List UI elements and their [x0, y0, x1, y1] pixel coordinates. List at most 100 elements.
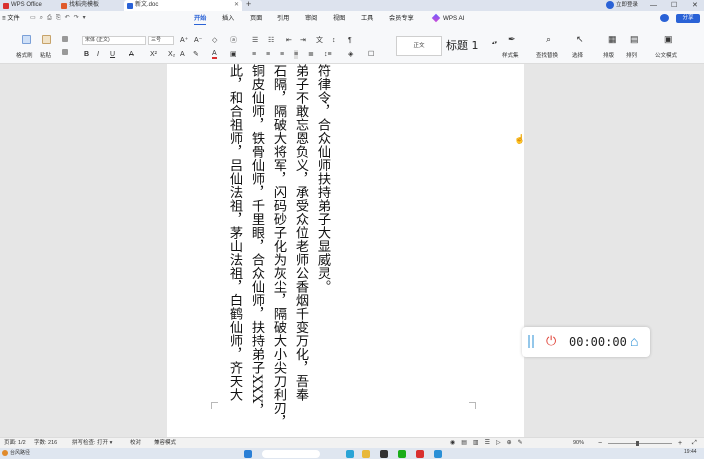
italic-icon[interactable]: I — [97, 50, 99, 59]
menu-review[interactable]: 审阅 — [305, 11, 317, 26]
line-spacing-icon[interactable]: ↕≡ — [324, 50, 332, 59]
recorder-taskbar-icon[interactable] — [434, 450, 442, 458]
style-normal[interactable]: 正文 — [396, 36, 442, 56]
cloud-icon[interactable] — [660, 14, 669, 22]
doc-format-label[interactable]: 公文模式 — [655, 51, 677, 59]
layout-icon[interactable]: ▦ — [608, 35, 617, 44]
pause-button[interactable] — [528, 335, 534, 348]
clear-format-icon[interactable]: ◇ — [212, 36, 217, 45]
align-left-icon[interactable]: ≡ — [252, 50, 256, 59]
menu-home[interactable]: 开始 — [194, 11, 207, 26]
menu-view[interactable]: 视图 — [333, 11, 345, 26]
menu-wps-ai[interactable]: WPS AI — [443, 11, 464, 26]
find-replace-icon[interactable]: ⌕ — [546, 35, 551, 44]
wps-taskbar-icon[interactable] — [416, 450, 424, 458]
align-center-icon[interactable]: ≡ — [266, 50, 270, 59]
layout-label[interactable]: 排版 — [603, 51, 614, 59]
wps-window: WPS Office 找稻壳模板 新文.doc ✕ + 立即登录 — ☐ ✕ ≡… — [0, 0, 704, 459]
text-column[interactable]: 此，和合祖师，吕仙法祖，茅山法祖，白鹤仙师，齐天大 — [227, 64, 242, 402]
shrink-font-icon[interactable]: A⁻ — [194, 36, 202, 45]
font-name-select[interactable]: 宋体 (正文) — [82, 36, 146, 45]
file-menu[interactable]: ≡ 文件 — [2, 11, 20, 26]
arrange-icon[interactable]: ▤ — [630, 35, 639, 44]
font-color-icon[interactable]: A — [212, 50, 217, 59]
close-window-button[interactable]: ✕ — [692, 0, 698, 11]
styles-label[interactable]: 样式集 — [502, 51, 519, 59]
border-icon[interactable]: ☐ — [368, 50, 374, 59]
sort-icon[interactable]: ↕ — [332, 36, 336, 45]
format-painter-icon[interactable] — [22, 35, 31, 44]
outdent-icon[interactable]: ⇤ — [286, 36, 292, 45]
select-icon[interactable]: ↖ — [576, 35, 584, 44]
highlight-icon[interactable]: ✎ — [193, 50, 199, 59]
strikethrough-icon[interactable]: A — [129, 50, 134, 59]
new-tab-button[interactable]: + — [246, 0, 251, 9]
wps-ai-icon — [431, 13, 441, 23]
format-painter-label[interactable]: 格式刷 — [16, 51, 33, 59]
tab-label: 新文.doc — [135, 2, 159, 8]
chinese-layout-icon[interactable]: 文 — [316, 36, 323, 45]
start-icon[interactable] — [244, 450, 252, 458]
stop-power-icon[interactable]: ⏻ — [546, 333, 556, 349]
distribute-icon[interactable]: ≣ — [308, 50, 314, 59]
arrange-label[interactable]: 排列 — [626, 51, 637, 59]
paste-label[interactable]: 粘贴 — [40, 51, 51, 59]
zoom-slider[interactable] — [608, 443, 672, 444]
show-marks-icon[interactable]: ¶ — [348, 36, 352, 45]
document-icon — [127, 2, 133, 9]
tab-document[interactable]: 新文.doc ✕ — [124, 0, 242, 11]
document-page[interactable]: 符律令，合众仙师扶持弟子大显威灵。 弟子不敢忘恩负义，承受众位老师公香烟千变万化… — [167, 64, 524, 437]
tab-template[interactable]: 找稻壳模板 — [58, 0, 122, 11]
shading-icon[interactable]: ◈ — [348, 50, 353, 59]
subscript-icon[interactable]: X₂ — [168, 50, 175, 59]
menu-page[interactable]: 页面 — [250, 11, 262, 26]
grow-font-icon[interactable]: A⁺ — [180, 36, 188, 45]
recording-time: 00:00:00 — [569, 335, 627, 349]
text-column[interactable]: 弟子不敢忘恩负义，承受众位老师公香烟千变万化，吾奉 — [293, 64, 308, 402]
minimize-button[interactable]: — — [650, 0, 657, 11]
explorer-icon[interactable] — [362, 450, 370, 458]
taskbar-search[interactable] — [262, 450, 320, 458]
find-replace-label[interactable]: 查找替换 — [536, 51, 558, 59]
justify-icon[interactable]: ≡ — [294, 50, 299, 59]
select-label[interactable]: 选择 — [572, 51, 583, 59]
text-column[interactable]: 铜皮仙师，铁骨仙师，千里眼，合众仙师，扶持弟子XXX， — [249, 64, 264, 417]
styles-icon[interactable]: ✒ — [508, 35, 516, 44]
copy-icon[interactable] — [62, 49, 68, 55]
close-tab-icon[interactable]: ✕ — [234, 0, 239, 11]
share-button[interactable]: 分享 — [676, 14, 700, 23]
edge-icon[interactable] — [346, 450, 354, 458]
wechat-icon[interactable] — [398, 450, 406, 458]
home-icon[interactable]: ⌂ — [630, 332, 638, 350]
app-icon[interactable] — [380, 450, 388, 458]
cut-icon[interactable] — [62, 36, 68, 42]
superscript-icon[interactable]: X² — [150, 50, 157, 59]
bullets-icon[interactable]: ☰ — [252, 36, 258, 45]
menu-references[interactable]: 引用 — [277, 11, 289, 26]
clock[interactable]: 19:44 — [684, 448, 697, 457]
menu-insert[interactable]: 插入 — [222, 11, 234, 26]
zoom-slider-thumb[interactable] — [636, 441, 639, 446]
align-right-icon[interactable]: ≡ — [280, 50, 284, 59]
text-effect-icon[interactable]: A — [180, 50, 185, 59]
char-shading-icon[interactable]: ▣ — [230, 50, 237, 59]
text-column[interactable]: 符律令，合众仙师扶持弟子大显威灵。 — [315, 64, 330, 294]
style-scroll-icon[interactable]: ▴▾ — [492, 39, 497, 48]
menu-tools[interactable]: 工具 — [361, 11, 373, 26]
style-heading-1[interactable]: 标题 1 — [446, 36, 492, 56]
pinyin-icon[interactable]: ⓐ — [230, 36, 237, 45]
indent-icon[interactable]: ⇥ — [300, 36, 306, 45]
text-column[interactable]: 石隔，隔破大将军，闪码砂子化为灰尘，隔破大小尖刀利刃， — [271, 64, 286, 429]
login-link[interactable]: 立即登录 — [616, 0, 638, 11]
doc-format-icon[interactable]: ▣ — [664, 35, 673, 44]
numbering-icon[interactable]: ☷ — [268, 36, 274, 45]
menu-member[interactable]: 会员专享 — [389, 11, 414, 26]
underline-icon[interactable]: U — [110, 50, 115, 59]
wps-logo-icon — [3, 2, 9, 9]
maximize-button[interactable]: ☐ — [671, 0, 677, 11]
tab-wps-office[interactable]: WPS Office — [0, 0, 56, 11]
user-avatar[interactable] — [606, 1, 614, 9]
bold-icon[interactable]: B — [84, 50, 89, 59]
font-size-select[interactable]: 三号 — [148, 36, 174, 45]
paste-icon[interactable] — [42, 35, 51, 44]
